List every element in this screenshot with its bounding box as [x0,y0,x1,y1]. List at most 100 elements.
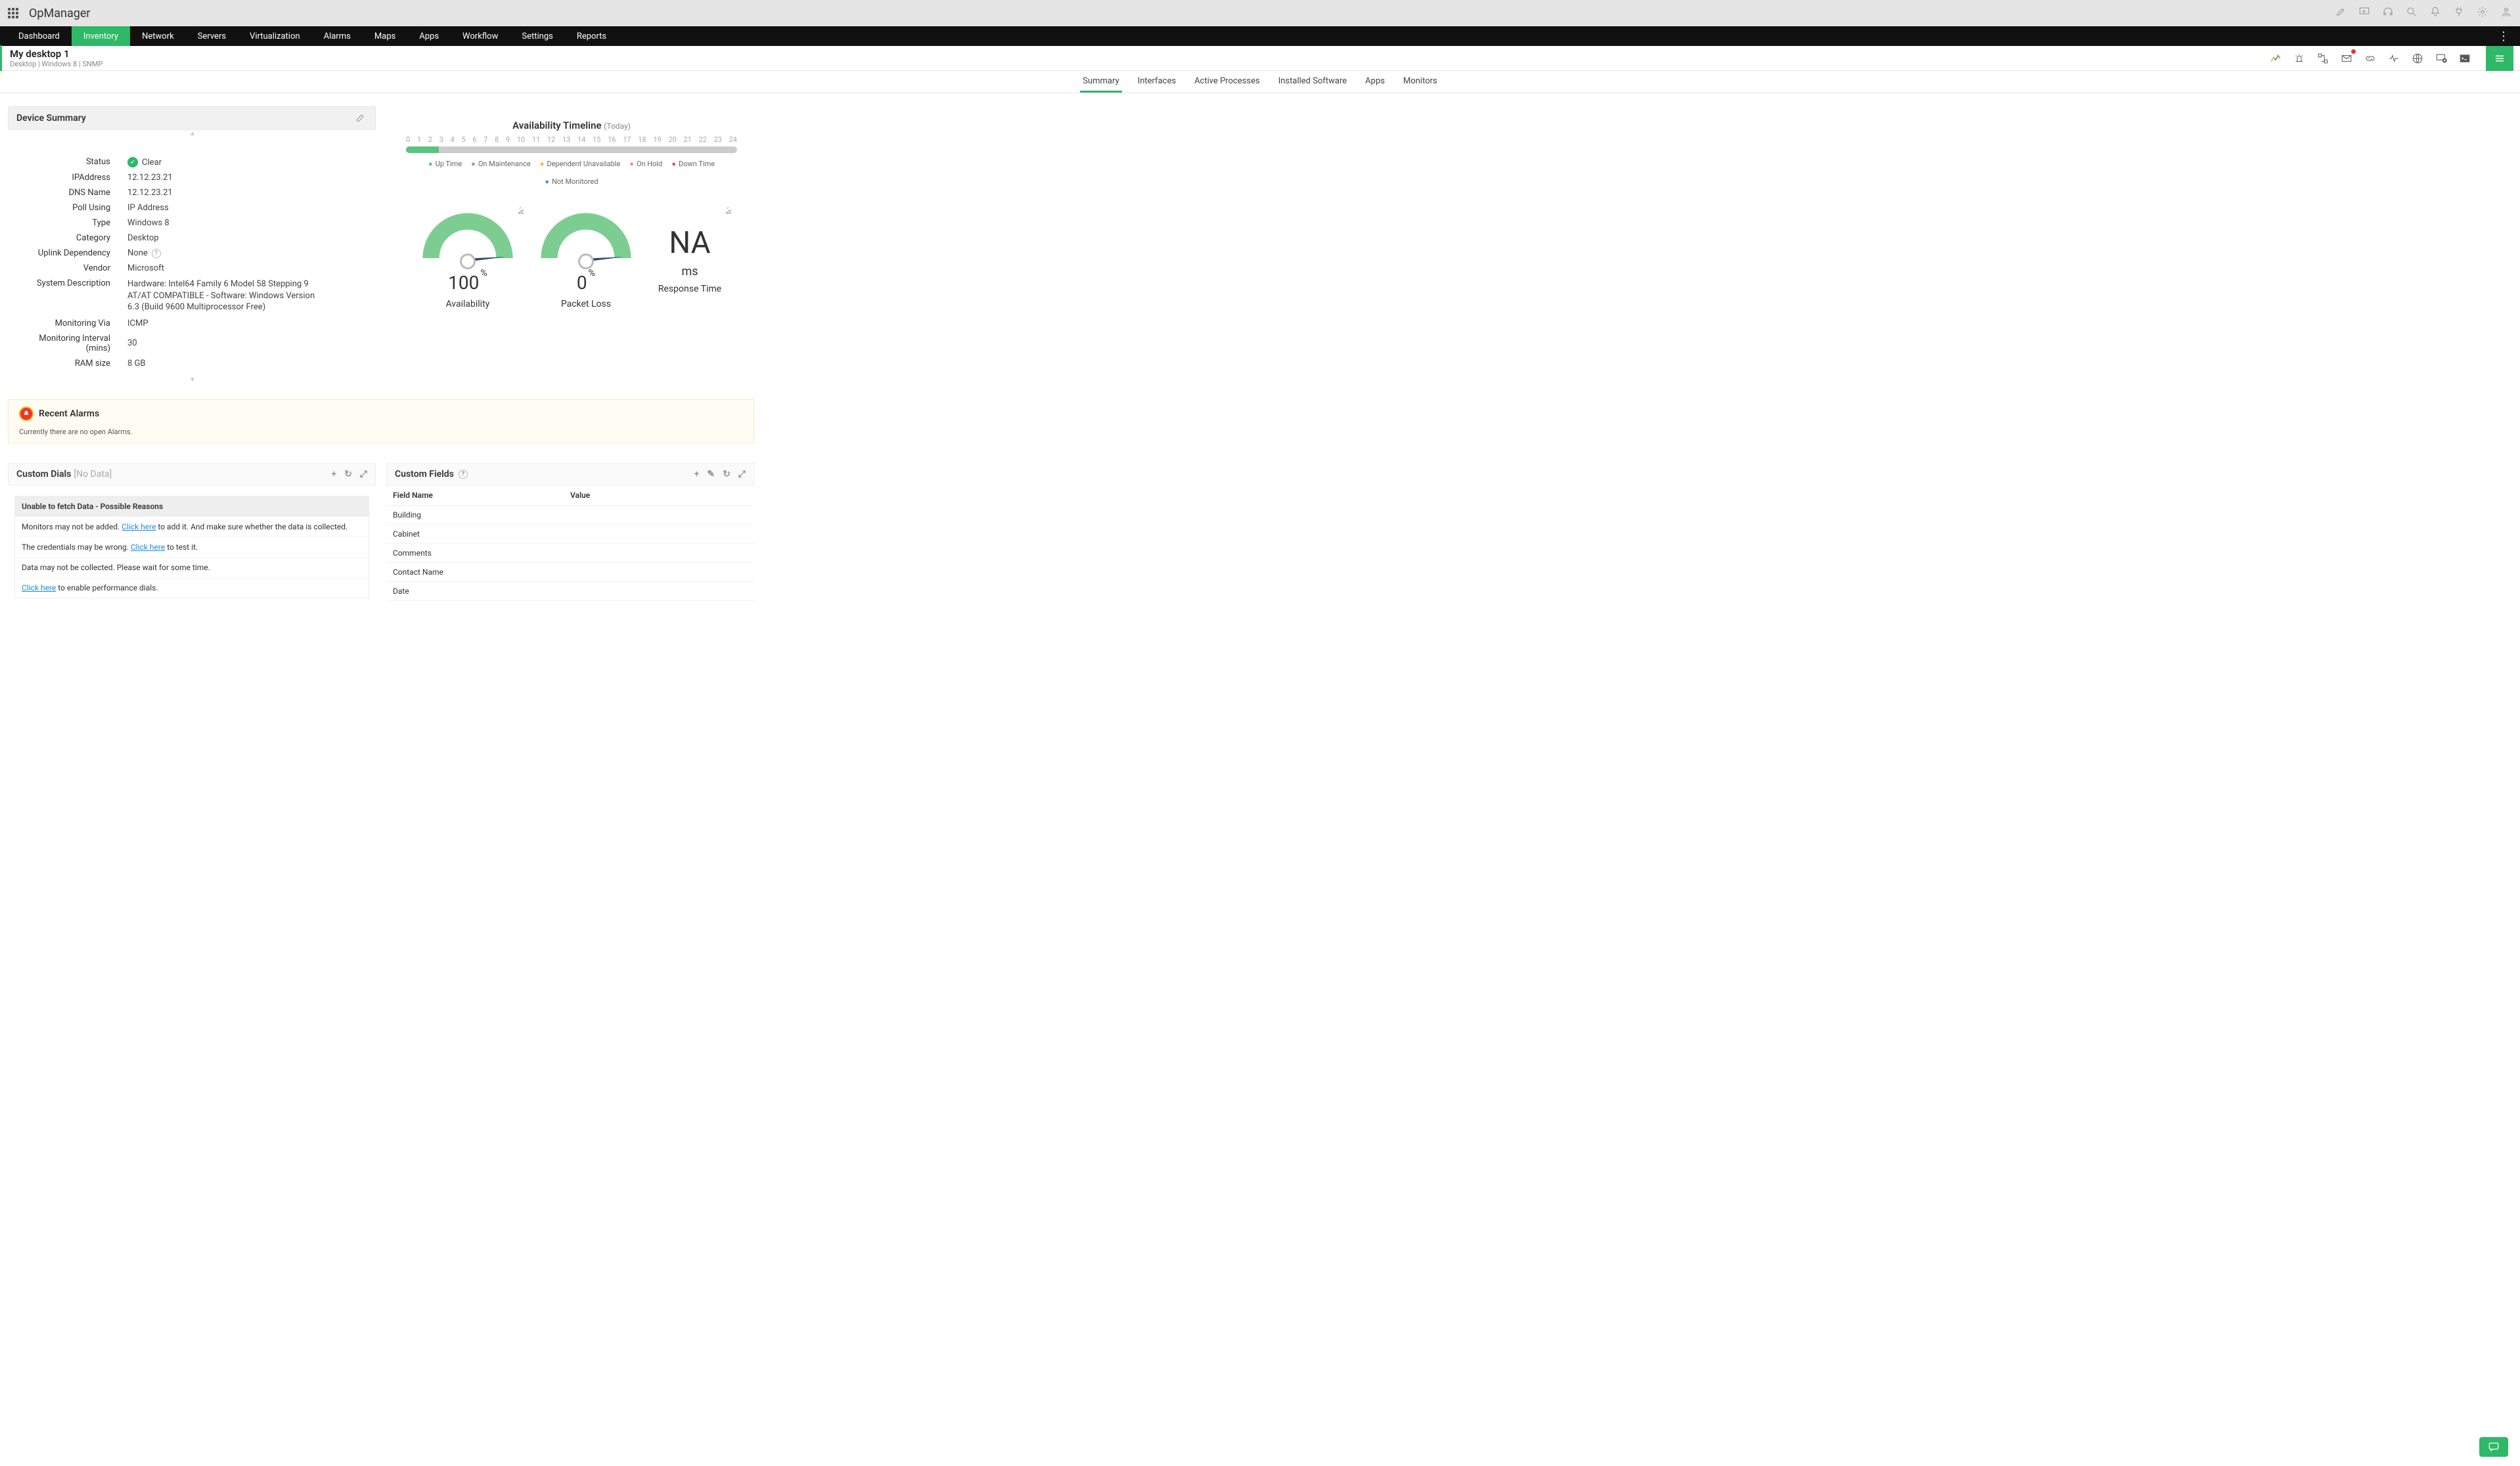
app-menu-icon[interactable] [8,8,21,18]
tab-summary[interactable]: Summary [1080,71,1121,93]
legend-downtime: Down Time [671,160,715,168]
scroll-up-icon[interactable]: ▲ [8,130,376,137]
val-ip: 12.12.23.21 [127,173,368,183]
gauge-responsetime-value: NA [658,225,721,261]
lbl-status: Status [16,157,127,167]
nav-apps[interactable]: Apps [407,26,451,46]
device-header: My desktop 1 Desktop | Windows 8 | SNMP [0,46,2520,71]
legend-uptime: Up Time [428,160,462,168]
scroll-down-icon[interactable]: ▼ [8,376,376,384]
nav-network[interactable]: Network [130,26,186,46]
gauge-availability-value: 100% [422,272,514,294]
tab-interfaces[interactable]: Interfaces [1135,71,1179,93]
lbl-dns: DNS Name [16,188,127,198]
terminal-icon[interactable] [2458,52,2471,65]
flow-icon[interactable] [2316,52,2329,65]
help-icon[interactable]: ? [459,470,468,479]
tab-active-processes[interactable]: Active Processes [1192,71,1263,93]
dials-link-enable[interactable]: Click here [22,583,56,592]
device-subtitle: Desktop | Windows 8 | SNMP [10,60,102,68]
device-summary-panel: Device Summary ▲ Status Clear IPAddress … [8,106,376,384]
search-icon[interactable] [2406,6,2418,20]
expand-icon[interactable]: ⤢ [738,469,746,479]
custom-dials-title: Custom Dials [16,469,71,479]
headset-icon[interactable] [2382,6,2394,20]
hamburger-button[interactable] [2486,46,2513,71]
custom-fields-header: Custom Fields ? + ✎ ↻ ⤢ [386,463,754,485]
nav-more-icon[interactable]: ⋮ [2494,30,2513,43]
threshold-icon[interactable] [516,206,526,217]
tab-installed-software[interactable]: Installed Software [1276,71,1349,93]
gauge-availability-label: Availability [422,299,514,309]
chart-icon[interactable] [2269,52,2282,65]
chat-button[interactable] [2479,1437,2508,1457]
col-field-name: Field Name [393,491,570,500]
tab-apps[interactable]: Apps [1362,71,1387,93]
recent-alarms-title: Recent Alarms [39,409,99,419]
help-icon[interactable]: ? [152,249,161,258]
gear-icon[interactable] [2477,6,2488,20]
dials-reason-2: The credentials may be wrong. Click here… [15,537,369,557]
dials-reason-1: Monitors may not be added. Click here to… [15,516,369,537]
dials-reason-3: Data may not be collected. Please wait f… [15,557,369,577]
nav-alarms[interactable]: Alarms [312,26,363,46]
link-icon[interactable] [2364,52,2377,65]
refresh-icon[interactable]: ↻ [723,469,731,479]
device-summary-header: Device Summary [8,106,376,130]
refresh-icon[interactable]: ↻ [344,469,352,479]
lbl-vendor: Vendor [16,263,127,273]
nav-servers[interactable]: Servers [186,26,238,46]
edit-icon[interactable] [355,112,367,124]
lbl-type: Type [16,218,127,228]
custom-fields-panel: Custom Fields ? + ✎ ↻ ⤢ Field Name Value… [386,463,754,609]
pulse-icon[interactable] [2387,52,2400,65]
mail-icon[interactable] [2340,52,2353,65]
edit-icon[interactable]: ✎ [707,469,715,479]
nav-virtualization[interactable]: Virtualization [238,26,312,46]
val-via: ICMP [127,319,368,328]
add-icon[interactable]: + [331,469,336,479]
add-icon[interactable]: + [694,469,700,479]
monitor-x-icon[interactable] [2435,52,2448,65]
alarm-light-icon[interactable] [2293,52,2306,65]
cf-row: Building [386,506,754,525]
gauges-row: 100% Availability 0% Packet Loss NA ms [402,210,741,309]
nav-dashboard[interactable]: Dashboard [7,26,72,46]
nav-inventory[interactable]: Inventory [72,26,130,46]
globe-icon[interactable] [2411,52,2424,65]
nav-settings[interactable]: Settings [510,26,564,46]
nav-reports[interactable]: Reports [565,26,618,46]
dials-reason-4: Click here to enable performance dials. [15,577,369,598]
nav-workflow[interactable]: Workflow [451,26,510,46]
app-header: OpManager [0,0,2520,26]
dials-reasons: Unable to fetch Data - Possible Reasons … [14,496,369,598]
user-icon[interactable] [2500,6,2512,20]
tab-monitors[interactable]: Monitors [1401,71,1440,93]
cf-row: Comments [386,544,754,563]
val-vendor: Microsoft [127,263,368,273]
rocket-icon[interactable] [2335,6,2347,20]
custom-fields-title: Custom Fields [395,469,454,479]
gauge-packetloss-value: 0% [540,272,632,294]
plug-icon[interactable] [2453,6,2465,20]
dials-link-test[interactable]: Click here [131,543,165,552]
val-dns: 12.12.23.21 [127,188,368,198]
dials-reasons-title: Unable to fetch Data - Possible Reasons [15,497,369,516]
bell-icon[interactable] [2429,6,2441,20]
gauge-packetloss: 0% Packet Loss [540,210,632,309]
val-category: Desktop [127,233,368,243]
device-actions [2269,46,2513,71]
threshold-icon[interactable] [724,206,733,217]
presentation-icon[interactable] [2358,6,2370,20]
device-summary-list: Status Clear IPAddress 12.12.23.21 DNS N… [8,137,376,376]
lbl-ram: RAM size [16,359,127,368]
main-nav: Dashboard Inventory Network Servers Virt… [0,26,2520,46]
nav-maps[interactable]: Maps [363,26,407,46]
val-sysdesc: Hardware: Intel64 Family 6 Model 58 Step… [127,278,325,313]
dials-link-add[interactable]: Click here [122,522,156,531]
gauge-responsetime-label: Response Time [658,284,721,294]
lbl-poll: Poll Using [16,203,127,213]
legend-maintenance: On Maintenance [471,160,531,168]
expand-icon[interactable]: ⤢ [360,469,367,479]
device-title-block: My desktop 1 Desktop | Windows 8 | SNMP [0,45,110,71]
